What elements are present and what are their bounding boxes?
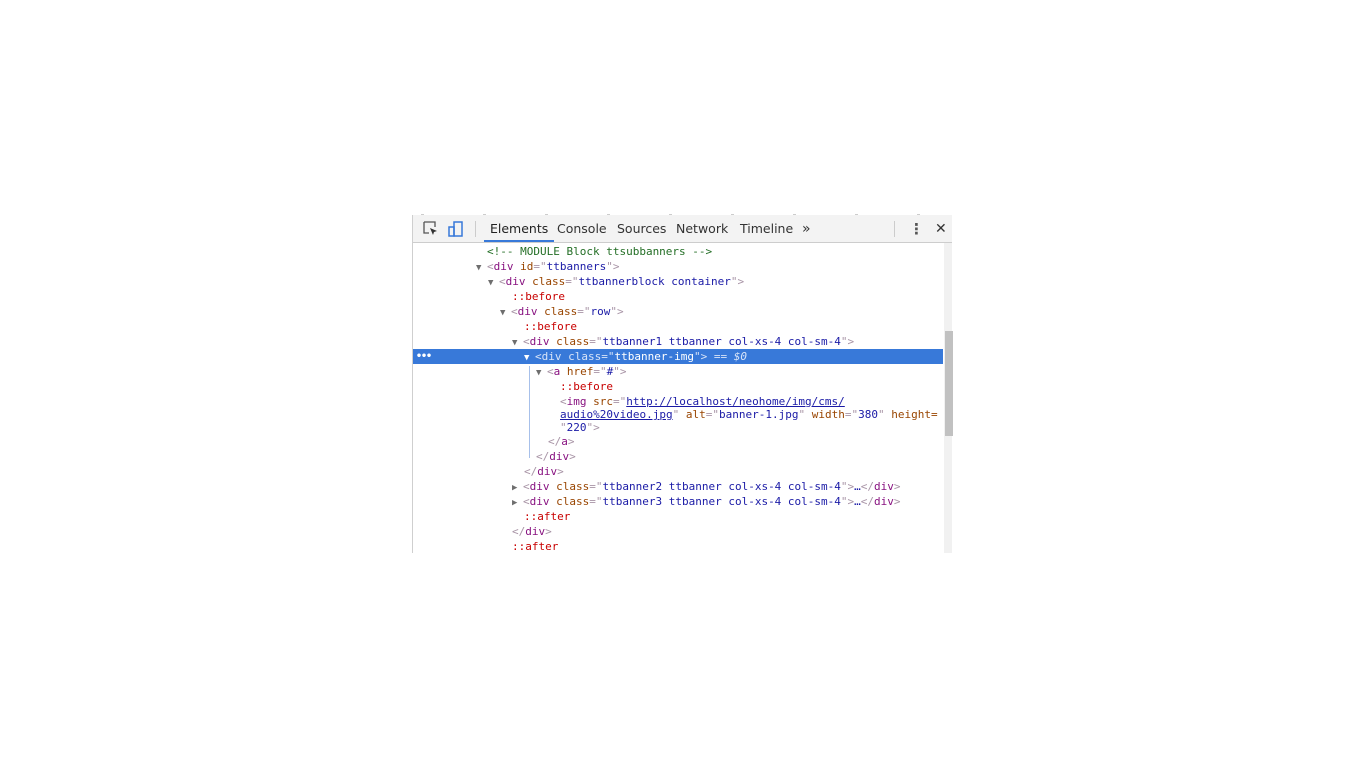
inspect-element-icon[interactable] [422, 220, 440, 238]
tab-network[interactable]: Network [676, 215, 728, 242]
tree-node-after[interactable]: ::after [413, 539, 943, 553]
devtools-panel: Elements Console Sources Network Timelin… [412, 215, 953, 553]
separator [475, 221, 476, 237]
tree-node-after[interactable]: ::after [413, 509, 943, 524]
tree-node-close-div[interactable]: </div> [413, 464, 943, 479]
tree-node-selected[interactable]: ••• ▼ <div class="ttbanner-img"> == $0 [413, 349, 943, 364]
tab-sources[interactable]: Sources [617, 215, 666, 242]
tree-node-close-a[interactable]: </a> [413, 434, 943, 449]
tree-node-banner1[interactable]: ▼ <div class="ttbanner1 ttbanner col-xs-4… [413, 334, 943, 349]
tree-node-bannerblock[interactable]: ▼ <div class="ttbannerblock container"> [413, 274, 943, 289]
tree-node-ttbanners[interactable]: ▼ <div id="ttbanners"> [413, 259, 943, 274]
tree-node-anchor[interactable]: ▼ <a href="#"> [413, 364, 943, 379]
tree-node-before[interactable]: ::before [413, 289, 943, 304]
elements-tree: <!-- MODULE Block ttsubbanners --> ▼ <div… [413, 243, 943, 553]
tree-node-img-cont[interactable]: "220"> [413, 420, 943, 435]
more-tabs-icon[interactable]: » [802, 215, 811, 242]
devtools-toolbar: Elements Console Sources Network Timelin… [413, 215, 952, 243]
tree-node-before[interactable]: ::before [413, 379, 943, 394]
tree-node-close-div[interactable]: </div> [413, 524, 943, 539]
scrollbar-thumb[interactable] [945, 331, 953, 436]
more-actions-icon[interactable]: ••• [416, 349, 432, 364]
tab-console[interactable]: Console [557, 215, 607, 242]
close-icon[interactable]: ✕ [935, 215, 947, 242]
tree-node-comment[interactable]: <!-- MODULE Block ttsubbanners --> [413, 244, 943, 259]
tree-node-banner3[interactable]: ▶ <div class="ttbanner3 ttbanner col-xs-4… [413, 494, 943, 509]
comment-text: <!-- MODULE Block ttsubbanners --> [487, 245, 713, 258]
device-toolbar-icon[interactable] [447, 220, 465, 238]
tree-node-before[interactable]: ::before [413, 319, 943, 334]
vertical-scrollbar[interactable] [944, 243, 953, 553]
tree-node-close-div[interactable]: </div> [413, 449, 943, 464]
tree-node-row[interactable]: ▼ <div class="row"> [413, 304, 943, 319]
tree-node-banner2[interactable]: ▶ <div class="ttbanner2 ttbanner col-xs-4… [413, 479, 943, 494]
tab-timeline[interactable]: Timeline [740, 215, 793, 242]
tab-elements[interactable]: Elements [484, 215, 555, 242]
menu-icon[interactable]: ⋮ [909, 215, 924, 242]
separator [894, 221, 895, 237]
